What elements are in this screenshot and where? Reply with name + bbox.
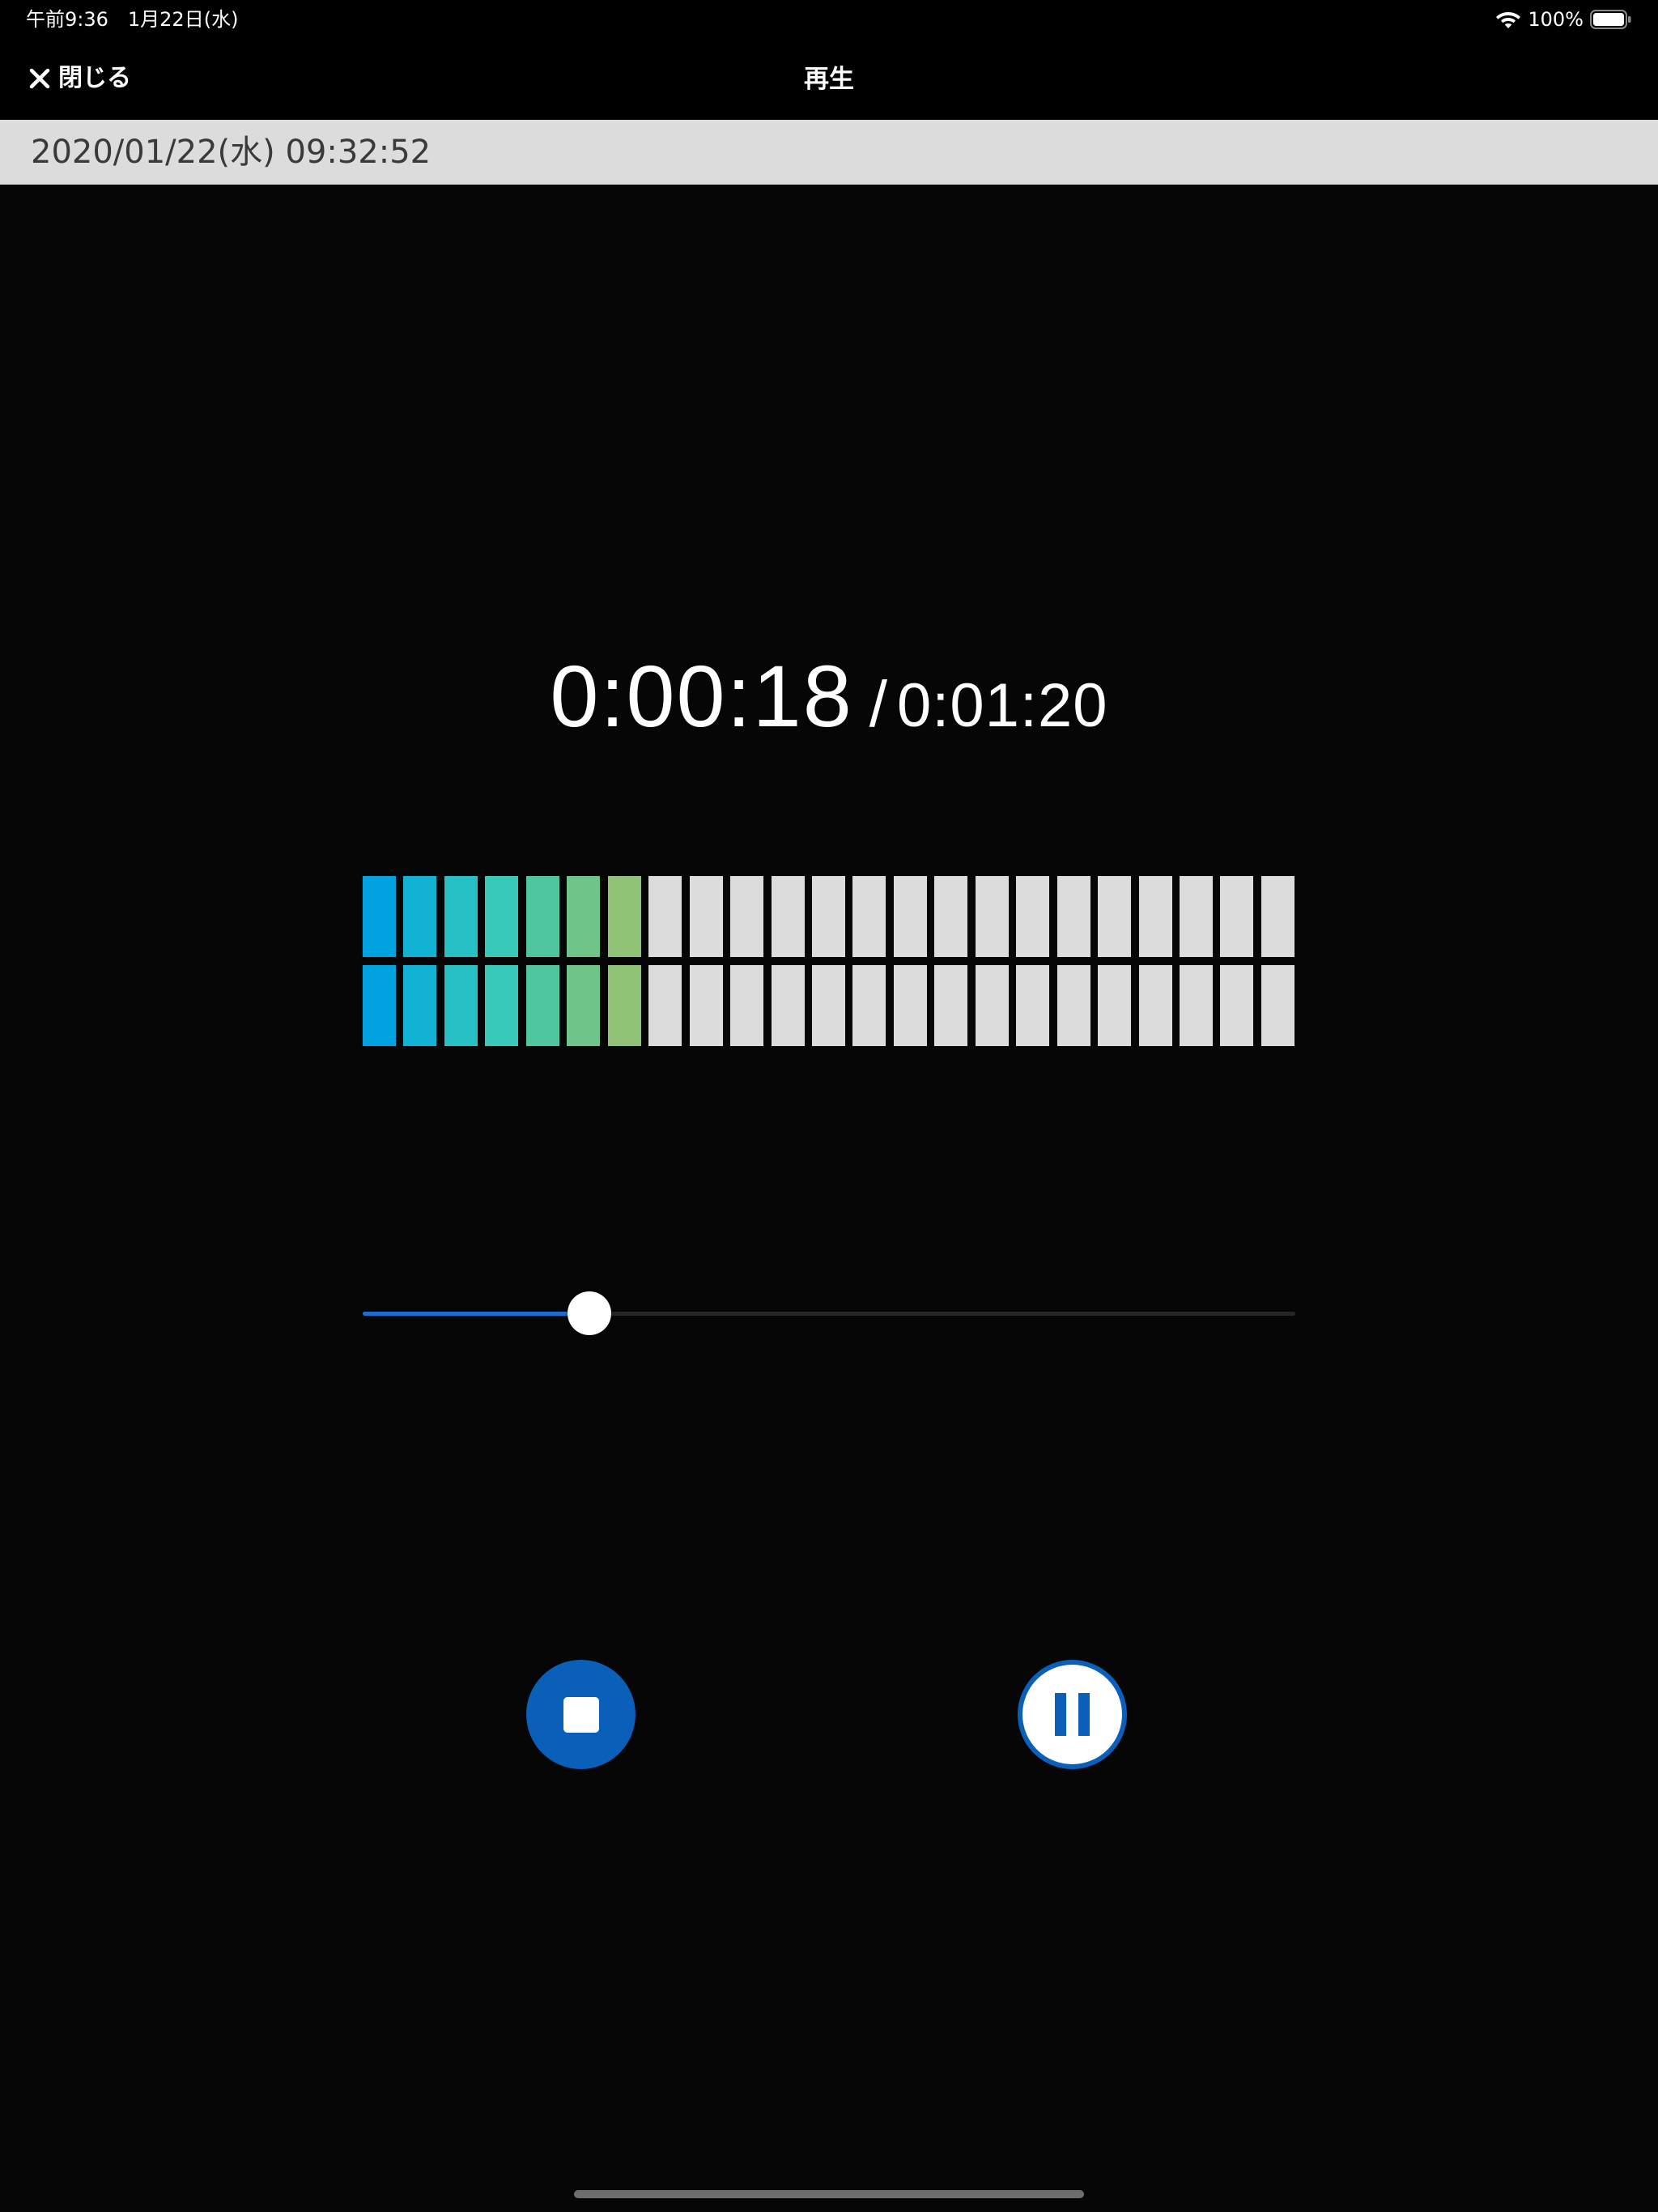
level-meter-segment <box>1180 965 1213 1046</box>
level-meter-segment <box>812 876 845 957</box>
level-meter-segment-lit <box>608 876 641 957</box>
level-meter-segment <box>648 965 682 1046</box>
level-meter-channel-1 <box>363 876 1295 957</box>
level-meter-segment <box>812 965 845 1046</box>
level-meter-segment <box>772 876 805 957</box>
level-meter-segment <box>852 965 886 1046</box>
level-meter-segment <box>1220 876 1253 957</box>
level-meter-segment-lit <box>526 876 559 957</box>
level-meter-segment-lit <box>363 876 396 957</box>
level-meter-segment <box>1016 876 1049 957</box>
wifi-icon <box>1496 12 1521 28</box>
status-indicators: 100% <box>1495 6 1632 32</box>
seek-progress-fill <box>363 1312 589 1316</box>
pause-button[interactable] <box>1018 1660 1127 1769</box>
status-time: 午前9:36 1月22日(水) <box>26 8 239 31</box>
level-meter-segment <box>894 965 927 1046</box>
navigation-bar: 閉じる 再生 <box>0 40 1658 120</box>
playback-screen: 午前9:36 1月22日(水) 100% 閉じる 再生 2020/01/22(水… <box>0 0 1658 2212</box>
current-time: 0:00:18 <box>550 647 853 745</box>
level-meter-segment <box>1016 965 1049 1046</box>
level-meter-segment <box>934 965 967 1046</box>
time-separator: / <box>869 668 887 740</box>
level-meter-segment-lit <box>485 965 518 1046</box>
level-meter-segment <box>730 876 763 957</box>
battery-percentage: 100% <box>1528 8 1584 31</box>
level-meter-segment <box>1220 965 1253 1046</box>
level-meter-segment <box>934 876 967 957</box>
page-title: 再生 <box>804 65 854 94</box>
pause-icon <box>1055 1693 1090 1736</box>
level-meter-channel-2 <box>363 965 1295 1046</box>
level-meter-segment-lit <box>444 876 478 957</box>
level-meter-segment <box>1057 965 1090 1046</box>
seek-thumb[interactable] <box>568 1291 611 1335</box>
recording-date: 2020/01/22(水) 09:32:52 <box>31 134 432 171</box>
level-meter-segment-lit <box>485 876 518 957</box>
level-meter-segment <box>730 965 763 1046</box>
level-meter-segment <box>894 876 927 957</box>
stop-button[interactable] <box>526 1660 636 1769</box>
level-meter-segment-lit <box>363 965 396 1046</box>
level-meter-segment <box>690 965 723 1046</box>
level-meter-segment <box>1139 876 1172 957</box>
level-meter-segment <box>690 876 723 957</box>
level-meter-segment-lit <box>526 965 559 1046</box>
time-display: 0:00:18 / 0:01:20 <box>0 640 1658 753</box>
level-meter-segment <box>1180 876 1213 957</box>
home-indicator <box>574 2190 1084 2198</box>
level-meter-segment <box>1261 876 1295 957</box>
status-bar: 午前9:36 1月22日(水) 100% <box>0 0 1658 40</box>
level-meter-segment <box>1139 965 1172 1046</box>
stop-icon <box>563 1697 599 1733</box>
level-meter-segment <box>1098 876 1131 957</box>
level-meter-segment <box>1261 965 1295 1046</box>
seek-slider[interactable] <box>363 1291 1295 1336</box>
level-meter-segment-lit <box>444 965 478 1046</box>
level-meter-segment <box>648 876 682 957</box>
level-meter-segment-lit <box>608 965 641 1046</box>
level-meter-segment <box>772 965 805 1046</box>
total-time: 0:01:20 <box>897 671 1108 740</box>
battery-icon <box>1590 10 1631 29</box>
level-meter-segment <box>976 965 1009 1046</box>
pause-icon-bar-left <box>1055 1693 1066 1736</box>
recording-date-bar: 2020/01/22(水) 09:32:52 <box>0 120 1658 185</box>
pause-icon-bar-right <box>1078 1693 1090 1736</box>
level-meter-segment <box>1098 965 1131 1046</box>
level-meter-segment-lit <box>567 876 600 957</box>
level-meter-segment <box>1057 876 1090 957</box>
level-meter-segment-lit <box>403 876 436 957</box>
level-meter-segment <box>852 876 886 957</box>
level-meter-segment-lit <box>567 965 600 1046</box>
level-meter-segment-lit <box>403 965 436 1046</box>
level-meter-segment <box>976 876 1009 957</box>
level-meter <box>363 876 1295 1048</box>
